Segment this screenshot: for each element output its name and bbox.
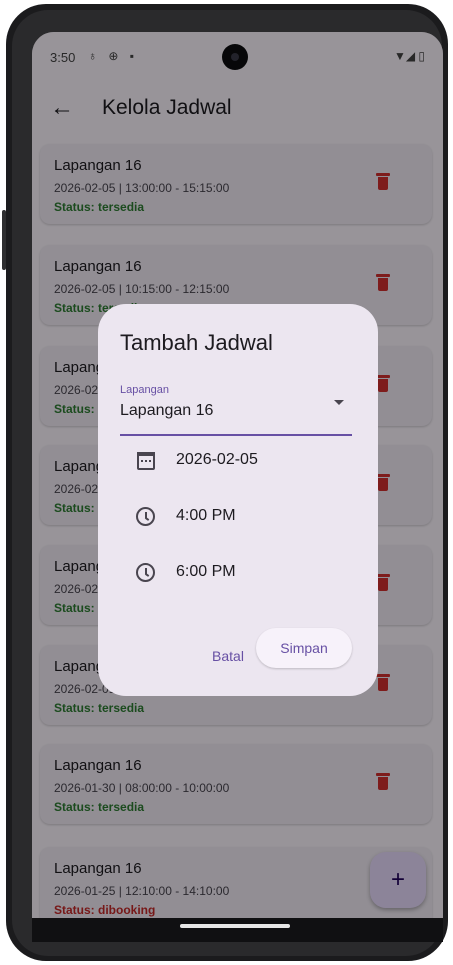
start-time: 4:00 PM [176, 507, 236, 524]
calendar-icon [137, 452, 155, 470]
lapangan-label: Lapangan [120, 384, 169, 396]
tambah-jadwal-dialog: Tambah Jadwal Lapangan Lapangan 16 2026-… [98, 304, 378, 696]
dropdown-arrow-icon [334, 400, 344, 405]
home-gesture-handle[interactable] [180, 924, 290, 928]
save-button[interactable]: Simpan [256, 628, 352, 668]
screen: 3:50 ♁ ⊕ ▪ ▼◢ ▯ ← Kelola Jadwal Lapangan… [32, 32, 443, 942]
end-time: 6:00 PM [176, 563, 236, 580]
selected-date: 2026-02-05 [176, 451, 258, 468]
power-button [2, 210, 6, 270]
lapangan-value: Lapangan 16 [120, 402, 214, 419]
cancel-button[interactable]: Batal [198, 638, 258, 674]
navigation-bar [32, 918, 443, 942]
clock-icon [136, 563, 155, 582]
phone-frame: 3:50 ♁ ⊕ ▪ ▼◢ ▯ ← Kelola Jadwal Lapangan… [0, 0, 453, 965]
start-time-row[interactable]: 4:00 PM [136, 502, 356, 532]
clock-icon [136, 507, 155, 526]
lapangan-dropdown[interactable]: Lapangan Lapangan 16 [120, 384, 352, 436]
end-time-row[interactable]: 6:00 PM [136, 558, 356, 588]
date-picker-row[interactable]: 2026-02-05 [136, 446, 356, 476]
dialog-title: Tambah Jadwal [120, 330, 273, 355]
